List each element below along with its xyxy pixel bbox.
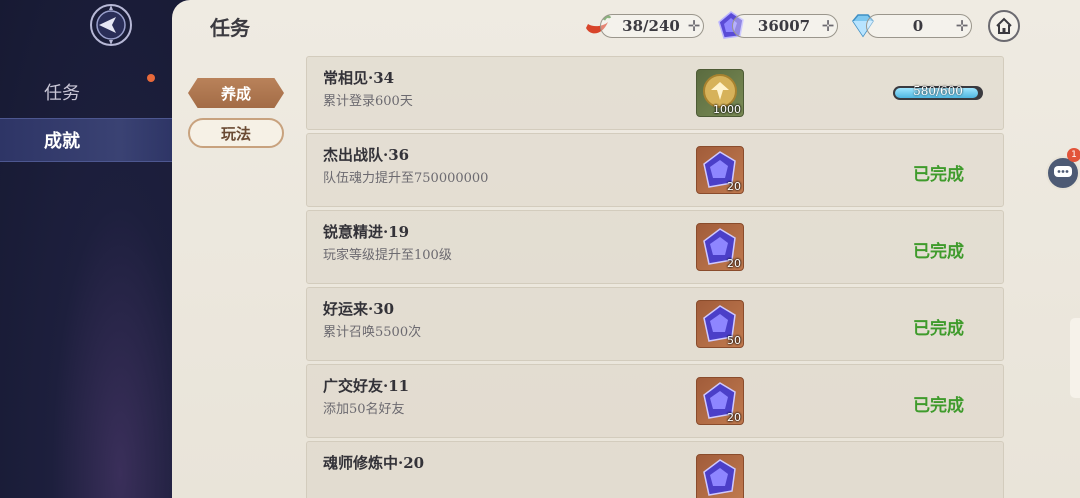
- achievement-name: 好运来·30: [323, 300, 395, 318]
- reward-item[interactable]: 50: [696, 300, 744, 348]
- category-tab-gameplay[interactable]: 玩法: [188, 118, 284, 148]
- achievement-desc: 累计登录600天: [323, 94, 413, 109]
- add-crystal-button[interactable]: ✛: [819, 17, 837, 35]
- completed-status: 已完成: [913, 242, 964, 262]
- reward-qty: 20: [727, 411, 741, 424]
- reward-qty: 1000: [713, 103, 741, 116]
- currency-value: 0: [912, 17, 924, 35]
- progress-text: 580/600: [913, 84, 963, 98]
- reward-item[interactable]: 20: [696, 223, 744, 271]
- achievement-desc: 累计召唤5500次: [323, 325, 422, 340]
- category-label: 养成: [220, 84, 251, 103]
- currency-stamina: 38/240 ✛: [600, 14, 704, 38]
- currency-value: 38/240: [622, 17, 680, 35]
- page-title: 任务: [210, 16, 250, 40]
- add-diamond-button[interactable]: ✛: [953, 17, 971, 35]
- add-stamina-button[interactable]: ✛: [685, 17, 703, 35]
- achievement-list[interactable]: 常相见·34 累计登录600天 1000 580/600 杰出战队·36 队伍魂…: [306, 56, 1004, 498]
- reward-item[interactable]: 1000: [696, 69, 744, 117]
- compass-emblem-icon: [90, 4, 132, 46]
- achievement-name: 魂师修炼中·20: [323, 454, 425, 472]
- currency-diamond: 0 ✛: [866, 14, 972, 38]
- achievement-name: 常相见·34: [323, 69, 395, 87]
- chat-icon: [1054, 166, 1072, 177]
- chat-badge: 1: [1067, 148, 1080, 162]
- achievement-desc: 队伍魂力提升至750000000: [323, 171, 489, 186]
- completed-status: 已完成: [913, 165, 964, 185]
- list-item: 杰出战队·36 队伍魂力提升至750000000 20 已完成: [306, 133, 1004, 207]
- progress-bar: 580/600: [893, 84, 983, 100]
- list-item: 好运来·30 累计召唤5500次 50 已完成: [306, 287, 1004, 361]
- category-tab-cultivation[interactable]: 养成: [188, 78, 284, 108]
- side-drawer-handle[interactable]: [1070, 318, 1080, 398]
- reward-qty: 20: [727, 180, 741, 193]
- reward-item[interactable]: 20: [696, 146, 744, 194]
- list-item: 广交好友·11 添加50名好友 20 已完成: [306, 364, 1004, 438]
- notification-dot: [147, 74, 155, 82]
- reward-qty: 20: [727, 257, 741, 270]
- achievement-desc: 玩家等级提升至100级: [323, 248, 452, 263]
- list-item: 常相见·34 累计登录600天 1000 580/600: [306, 56, 1004, 130]
- achievement-name: 锐意精进·19: [323, 223, 410, 241]
- sidebar-item-label: 任务: [44, 83, 80, 104]
- reward-item[interactable]: [696, 454, 744, 498]
- currency-soul-crystal: 36007 ✛: [732, 14, 838, 38]
- sidebar: 任务 成就: [0, 0, 200, 498]
- sidebar-item-label: 成就: [44, 131, 80, 152]
- home-icon: [996, 17, 1012, 34]
- purple-crystal-icon: [703, 459, 736, 496]
- achievement-name: 杰出战队·36: [323, 146, 410, 164]
- reward-qty: 50: [727, 334, 741, 347]
- sidebar-item-achievements[interactable]: 成就: [0, 118, 172, 162]
- completed-status: 已完成: [913, 319, 964, 339]
- list-item: 魂师修炼中·20: [306, 441, 1004, 498]
- currency-value: 36007: [757, 17, 811, 35]
- achievement-name: 广交好友·11: [323, 377, 410, 395]
- category-label: 玩法: [220, 124, 251, 143]
- home-button[interactable]: [988, 10, 1020, 42]
- list-item: 锐意精进·19 玩家等级提升至100级 20 已完成: [306, 210, 1004, 284]
- achievement-desc: 添加50名好友: [323, 402, 405, 417]
- reward-item[interactable]: 20: [696, 377, 744, 425]
- completed-status: 已完成: [913, 396, 964, 416]
